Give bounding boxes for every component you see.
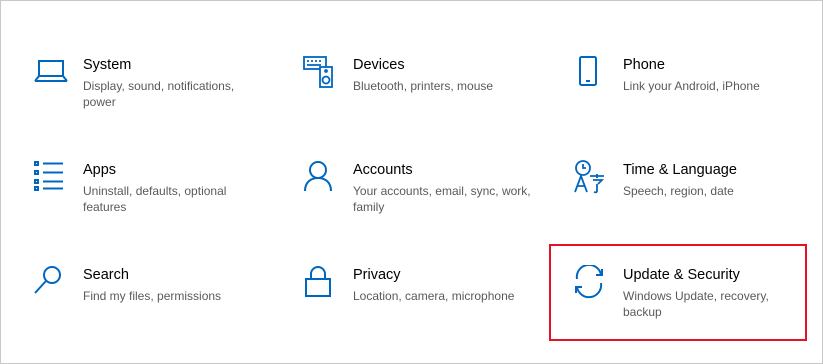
tile-privacy[interactable]: Privacy Location, camera, microphone (303, 265, 553, 355)
keyboard-speaker-icon (303, 55, 339, 91)
apps-list-icon (33, 160, 69, 196)
tile-title: Search (83, 267, 129, 283)
person-icon (303, 160, 339, 196)
tile-description: Link your Android, iPhone (623, 79, 760, 93)
tile-title: Accounts (353, 162, 413, 178)
tile-title: System (83, 57, 132, 73)
tile-title: Phone (623, 57, 665, 73)
tile-title: Time & Language (623, 162, 737, 178)
tile-description: Display, sound, notifications, power (83, 79, 235, 109)
search-icon (33, 265, 69, 301)
tile-phone[interactable]: Phone Link your Android, iPhone (573, 55, 823, 145)
laptop-icon (33, 55, 69, 91)
tile-time-language[interactable]: Time & Language Speech, region, date (573, 160, 823, 250)
settings-home-panel: System Display, sound, notifications, po… (0, 0, 823, 364)
time-language-icon (573, 160, 609, 196)
lock-icon (303, 265, 339, 301)
tile-title: Privacy (353, 267, 401, 283)
tile-description: Your accounts, email, sync, work, family (353, 184, 531, 214)
tile-description: Speech, region, date (623, 184, 734, 198)
tile-system[interactable]: System Display, sound, notifications, po… (33, 55, 283, 145)
phone-icon (573, 55, 609, 91)
highlight-box (549, 244, 807, 341)
tile-search[interactable]: Search Find my files, permissions (33, 265, 283, 355)
tile-description: Uninstall, defaults, optional features (83, 184, 227, 214)
tile-accounts[interactable]: Accounts Your accounts, email, sync, wor… (303, 160, 553, 250)
tile-description: Location, camera, microphone (353, 289, 515, 303)
tile-description: Find my files, permissions (83, 289, 222, 303)
tile-devices[interactable]: Devices Bluetooth, printers, mouse (303, 55, 553, 145)
tile-apps[interactable]: Apps Uninstall, defaults, optional featu… (33, 160, 283, 250)
tile-description: Bluetooth, printers, mouse (353, 79, 494, 93)
tile-title: Apps (83, 162, 117, 178)
tile-title: Devices (353, 57, 405, 73)
